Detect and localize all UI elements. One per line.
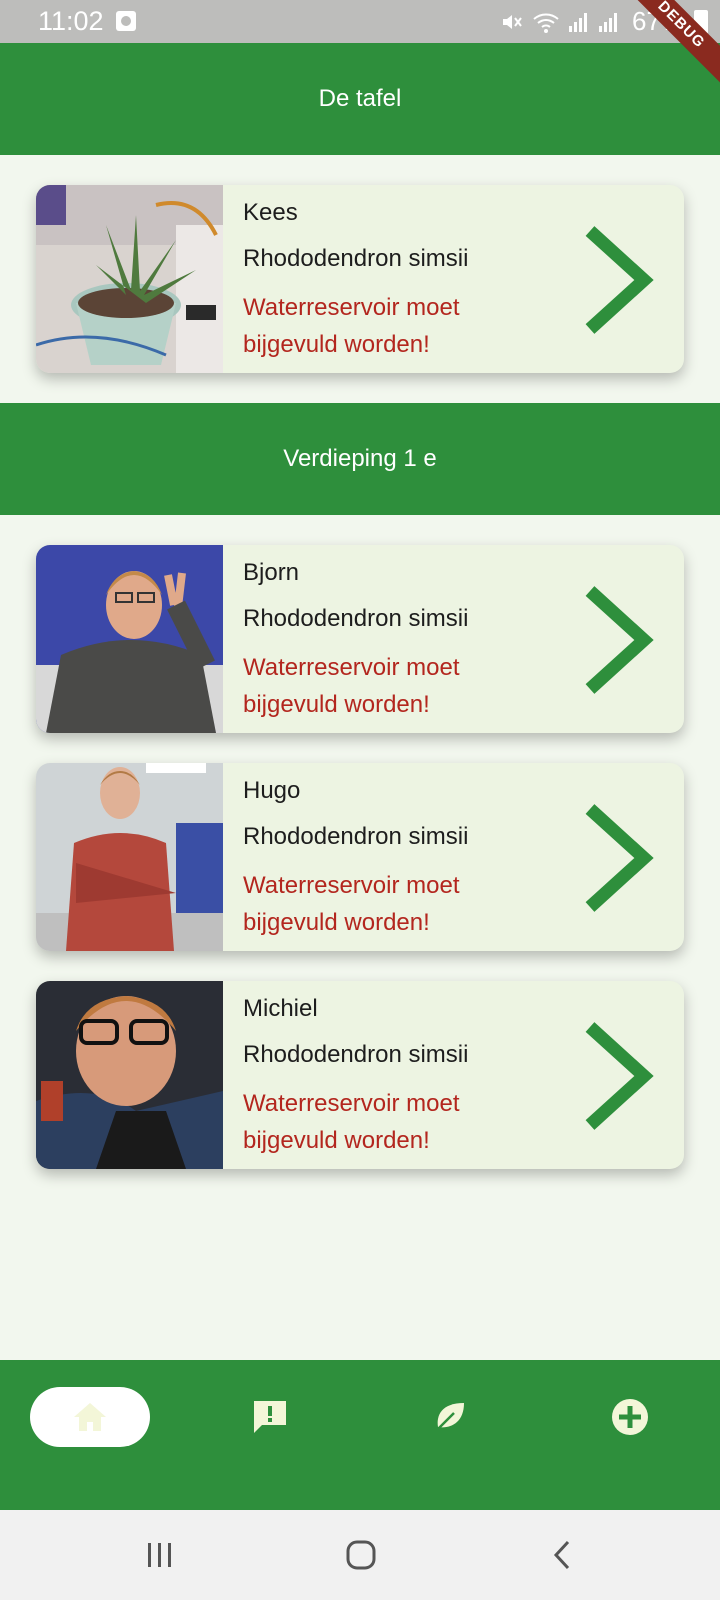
plant-card-kees[interactable]: Kees Rhododendron simsii Waterreservoir …	[36, 185, 684, 373]
notification-icon	[116, 11, 136, 31]
plant-warning: Waterreservoir moet bijgevuld worden!	[243, 294, 460, 358]
nav-home-button[interactable]	[30, 1387, 150, 1447]
bottom-navigation	[0, 1360, 720, 1510]
section-title: De tafel	[318, 85, 402, 112]
section-header-de-tafel: De tafel	[0, 43, 720, 155]
plant-species: Rhododendron simsii	[243, 245, 469, 272]
nav-add-button[interactable]	[600, 1387, 660, 1447]
status-bar: 11:02 67%	[0, 0, 720, 43]
plant-name: Bjorn	[243, 559, 300, 586]
chevron-right-icon[interactable]	[576, 803, 658, 913]
recent-apps-icon	[148, 1543, 171, 1567]
mute-icon	[503, 14, 522, 29]
plant-species: Rhododendron simsii	[243, 823, 469, 850]
system-home-button[interactable]	[345, 1538, 377, 1572]
plant-warning: Waterreservoir moet bijgevuld worden!	[243, 1090, 460, 1154]
plant-species: Rhododendron simsii	[243, 605, 469, 632]
wifi-icon	[533, 13, 559, 33]
plant-photo	[36, 981, 223, 1169]
section-header-verdieping: Verdieping 1 e	[0, 403, 720, 515]
alert-message-icon	[254, 1401, 286, 1433]
plant-warning: Waterreservoir moet bijgevuld worden!	[243, 654, 460, 718]
add-circle-icon	[612, 1399, 648, 1435]
system-navigation-bar	[0, 1510, 720, 1600]
plant-card-bjorn[interactable]: Bjorn Rhododendron simsii Waterreservoir…	[36, 545, 684, 733]
plant-species: Rhododendron simsii	[243, 1041, 469, 1068]
plant-name: Kees	[243, 199, 298, 226]
leaf-icon	[437, 1403, 464, 1430]
chevron-right-icon[interactable]	[576, 1021, 658, 1131]
nav-alerts-button[interactable]	[240, 1387, 300, 1447]
plant-card-michiel[interactable]: Michiel Rhododendron simsii Waterreservo…	[36, 981, 684, 1169]
section-title: Verdieping 1 e	[283, 445, 437, 472]
chevron-right-icon[interactable]	[576, 225, 658, 335]
signal-icon	[569, 12, 587, 32]
plant-photo	[36, 185, 223, 373]
back-chevron-icon	[553, 1540, 570, 1570]
home-circle-icon	[346, 1540, 376, 1570]
system-back-button[interactable]	[548, 1538, 578, 1572]
status-time: 11:02	[38, 6, 104, 36]
chevron-right-icon[interactable]	[576, 585, 658, 695]
plant-warning: Waterreservoir moet bijgevuld worden!	[243, 872, 460, 936]
recent-apps-button[interactable]	[145, 1538, 175, 1572]
plant-name: Hugo	[243, 777, 301, 804]
nav-plants-button[interactable]	[420, 1387, 480, 1447]
home-icon	[74, 1403, 106, 1431]
plant-card-hugo[interactable]: Hugo Rhododendron simsii Waterreservoir …	[36, 763, 684, 951]
plant-photo	[36, 545, 223, 733]
signal-icon-2	[599, 12, 617, 32]
plant-photo	[36, 763, 223, 951]
plant-name: Michiel	[243, 995, 318, 1022]
